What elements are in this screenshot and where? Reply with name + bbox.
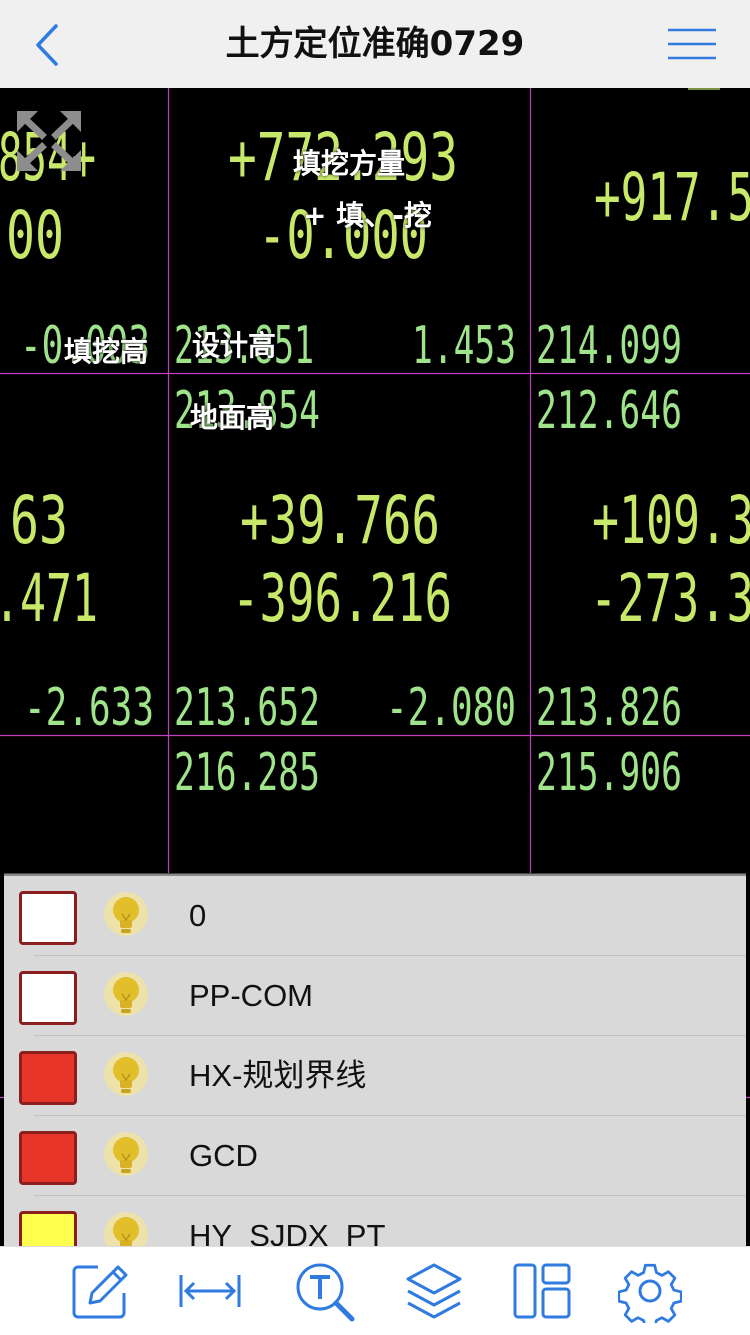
layer-color-swatch[interactable] — [19, 1051, 77, 1105]
lightbulb-on-icon[interactable] — [100, 1210, 152, 1250]
layer-name: HX-规划界线 — [189, 1058, 367, 1093]
cad-value: .471 — [0, 560, 98, 637]
layer-color-swatch[interactable] — [19, 891, 77, 945]
cad-value: 213.826 — [536, 678, 682, 738]
fill-cut-height-label: 填挖高 — [64, 335, 149, 368]
hamburger-menu-icon — [668, 28, 716, 60]
lightbulb-on-icon[interactable] — [100, 1050, 152, 1102]
layer-name: PP-COM — [189, 978, 313, 1013]
cad-value: 216.285 — [174, 743, 320, 803]
cad-value: 00 — [6, 197, 64, 274]
layout-icon — [513, 1263, 571, 1319]
edit-icon — [72, 1265, 128, 1319]
back-button[interactable] — [22, 22, 72, 68]
fill-cut-volume-label: 填挖方量 — [293, 147, 406, 180]
text-search-button[interactable] — [292, 1259, 356, 1323]
layer-row[interactable]: HY_SJDX_PT — [4, 1196, 746, 1250]
chevron-left-icon — [36, 24, 58, 66]
cad-value: 63 — [10, 482, 68, 559]
layer-name: HY_SJDX_PT — [189, 1218, 386, 1250]
page-title: 土方定位准确0729 — [225, 24, 525, 64]
layers-button[interactable] — [402, 1259, 466, 1323]
layer-row[interactable]: HX-规划界线 — [4, 1036, 746, 1116]
layer-row[interactable]: PP-COM — [4, 956, 746, 1036]
layout-button[interactable] — [510, 1259, 574, 1323]
cad-value: 213.652 — [174, 678, 320, 738]
nav-bar: 土方定位准确0729 — [0, 0, 750, 89]
layer-list-panel[interactable]: 0 PP-COM HX-规划界线 GCD HY_SJDX_PT — [4, 874, 746, 1250]
layer-color-swatch[interactable] — [19, 971, 77, 1025]
cad-value: -273.3 — [590, 560, 750, 637]
cad-value: 1.453 — [412, 316, 516, 376]
cad-value: +39.766 — [240, 482, 440, 559]
layer-row[interactable]: 0 — [4, 876, 746, 956]
measure-icon — [179, 1275, 241, 1307]
layer-color-swatch[interactable] — [19, 1131, 77, 1185]
cad-value: 215.906 — [536, 743, 682, 803]
settings-icon — [617, 1263, 683, 1330]
layer-color-swatch[interactable] — [19, 1211, 77, 1250]
lightbulb-on-icon[interactable] — [100, 1130, 152, 1182]
cad-value: 212.646 — [536, 381, 682, 441]
expand-arrows-icon — [17, 111, 81, 171]
bottom-toolbar — [0, 1246, 750, 1335]
lightbulb-on-icon[interactable] — [100, 890, 152, 942]
lightbulb-on-icon[interactable] — [100, 970, 152, 1022]
layer-name: GCD — [189, 1138, 258, 1173]
fill-cut-sign-label: + 填、-挖 — [303, 199, 432, 232]
cad-value: 214.099 — [536, 316, 682, 376]
design-height-label: 设计高 — [192, 329, 277, 362]
layer-row[interactable]: GCD — [4, 1116, 746, 1196]
cad-value: +109.3 — [592, 482, 750, 559]
expand-button[interactable] — [14, 108, 84, 174]
text-search-icon — [296, 1263, 355, 1322]
cad-value: -2.080 — [386, 678, 516, 738]
edit-button[interactable] — [68, 1259, 132, 1323]
cad-value: -396.216 — [232, 560, 452, 637]
menu-button[interactable] — [664, 24, 720, 64]
cad-value: -2.633 — [24, 678, 154, 738]
cad-value: +917.5 — [594, 159, 750, 236]
ground-height-label: 地面高 — [190, 401, 275, 434]
settings-button[interactable] — [617, 1259, 683, 1330]
layer-name: 0 — [189, 898, 207, 933]
layers-icon — [406, 1263, 462, 1319]
measure-button[interactable] — [178, 1259, 242, 1323]
